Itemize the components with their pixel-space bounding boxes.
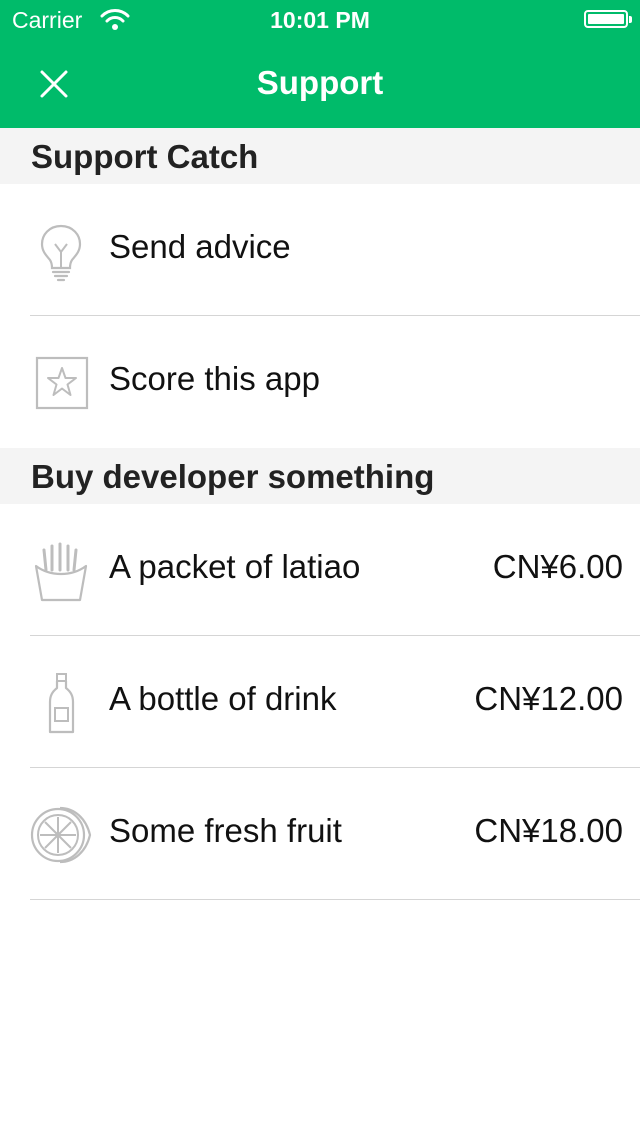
send-advice-row[interactable]: Send advice [0, 184, 640, 316]
star-icon [35, 356, 89, 410]
lightbulb-icon [40, 224, 82, 282]
fruit-icon [30, 806, 92, 864]
fries-icon [34, 542, 88, 602]
drink-label: A bottle of drink [109, 680, 337, 717]
status-time: 10:01 PM [270, 7, 370, 33]
row-divider [30, 899, 640, 900]
score-app-row[interactable]: Score this app [0, 316, 640, 448]
score-app-label: Score this app [109, 360, 320, 397]
section-header-support-catch: Support Catch [0, 128, 640, 184]
top-bar: Carrier 10:01 PM Support [0, 0, 640, 128]
drink-price: CN¥12.00 [474, 680, 623, 717]
fruit-label: Some fresh fruit [109, 812, 342, 849]
page-title: Support [256, 64, 384, 101]
latiao-label: A packet of latiao [109, 548, 361, 585]
latiao-row[interactable]: A packet of latiao CN¥6.00 [0, 504, 640, 636]
fruit-row[interactable]: Some fresh fruit CN¥18.00 [0, 768, 640, 900]
section-header-buy-developer: Buy developer something [0, 448, 640, 504]
latiao-price: CN¥6.00 [492, 548, 623, 585]
navigation-bar: Support [0, 40, 640, 128]
fruit-price: CN¥18.00 [474, 812, 623, 849]
drink-row[interactable]: A bottle of drink CN¥12.00 [0, 636, 640, 768]
status-bar: Carrier 10:01 PM [0, 0, 640, 40]
battery-icon [584, 10, 632, 28]
bottle-icon [48, 673, 75, 734]
send-advice-label: Send advice [109, 228, 291, 265]
